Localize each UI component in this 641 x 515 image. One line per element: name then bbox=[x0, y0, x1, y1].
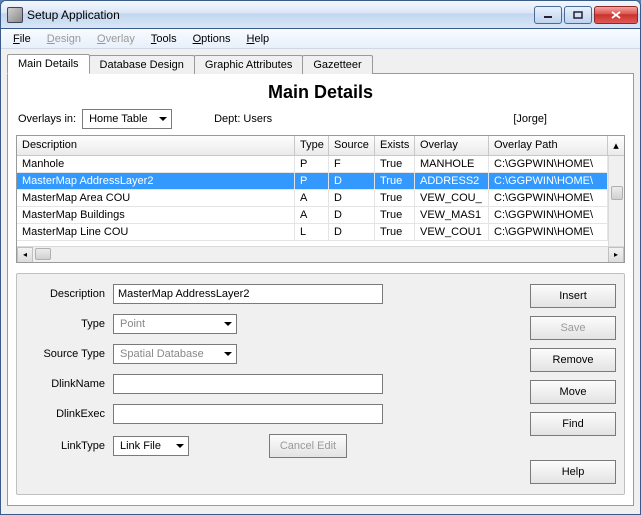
titlebar: Setup Application bbox=[1, 1, 640, 29]
overlays-in-label: Overlays in: bbox=[18, 113, 76, 125]
menu-help[interactable]: Help bbox=[239, 31, 278, 47]
col-overlay-path[interactable]: Overlay Path bbox=[489, 136, 608, 155]
close-button[interactable] bbox=[594, 6, 638, 24]
table-row[interactable]: MasterMap Buildings A D True VEW_MAS1 C:… bbox=[17, 207, 624, 224]
app-icon bbox=[7, 7, 23, 23]
minimize-button[interactable] bbox=[534, 6, 562, 24]
description-input[interactable] bbox=[113, 284, 383, 304]
linktype-combo[interactable]: Link File bbox=[113, 436, 189, 456]
overlays-table: Description Type Source Exists Overlay O… bbox=[16, 135, 625, 263]
tab-page: Main Details Overlays in: Home Table Dep… bbox=[7, 73, 634, 506]
scroll-right-icon[interactable]: ▸ bbox=[608, 247, 624, 263]
app-window: Setup Application File Design Overlay To… bbox=[0, 0, 641, 515]
window-title: Setup Application bbox=[27, 8, 534, 22]
maximize-button[interactable] bbox=[564, 6, 592, 24]
scroll-thumb[interactable] bbox=[611, 186, 623, 200]
source-type-label: Source Type bbox=[25, 348, 105, 360]
dlinkexec-input[interactable] bbox=[113, 404, 383, 424]
tabstrip: Main Details Database Design Graphic Att… bbox=[7, 53, 634, 73]
tab-database-design[interactable]: Database Design bbox=[89, 55, 195, 74]
scroll-up-icon[interactable]: ▴ bbox=[608, 136, 624, 155]
remove-button[interactable]: Remove bbox=[530, 348, 616, 372]
tab-graphic-attributes[interactable]: Graphic Attributes bbox=[194, 55, 303, 74]
menu-design[interactable]: Design bbox=[39, 31, 89, 47]
menu-overlay[interactable]: Overlay bbox=[89, 31, 143, 47]
col-exists[interactable]: Exists bbox=[375, 136, 415, 155]
col-overlay[interactable]: Overlay bbox=[415, 136, 489, 155]
menu-file[interactable]: File bbox=[5, 31, 39, 47]
user-bracket: [Jorge] bbox=[513, 113, 547, 125]
col-source[interactable]: Source bbox=[329, 136, 375, 155]
dlinkexec-label: DlinkExec bbox=[25, 408, 105, 420]
table-header: Description Type Source Exists Overlay O… bbox=[17, 136, 624, 156]
help-button[interactable]: Help bbox=[530, 460, 616, 484]
table-row[interactable]: MasterMap Area COU A D True VEW_COU_ C:\… bbox=[17, 190, 624, 207]
cancel-edit-button[interactable]: Cancel Edit bbox=[269, 434, 347, 458]
move-button[interactable]: Move bbox=[530, 380, 616, 404]
tab-gazetteer[interactable]: Gazetteer bbox=[302, 55, 372, 74]
source-type-combo[interactable]: Spatial Database bbox=[113, 344, 237, 364]
table-row[interactable]: MasterMap Line COU L D True VEW_COU1 C:\… bbox=[17, 224, 624, 241]
scroll-thumb[interactable] bbox=[35, 248, 51, 260]
top-row: Overlays in: Home Table Dept: Users [Jor… bbox=[16, 109, 625, 129]
dlinkname-label: DlinkName bbox=[25, 378, 105, 390]
col-description[interactable]: Description bbox=[17, 136, 295, 155]
menu-tools[interactable]: Tools bbox=[143, 31, 185, 47]
overlays-in-combo[interactable]: Home Table bbox=[82, 109, 172, 129]
insert-button[interactable]: Insert bbox=[530, 284, 616, 308]
page-title: Main Details bbox=[16, 82, 625, 103]
scroll-left-icon[interactable]: ◂ bbox=[17, 247, 33, 263]
vertical-scrollbar[interactable] bbox=[608, 156, 624, 246]
menubar: File Design Overlay Tools Options Help bbox=[1, 29, 640, 49]
form-area: Description Type Point Source Type Spati… bbox=[16, 273, 625, 495]
table-row[interactable]: Manhole P F True MANHOLE C:\GGPWIN\HOME\ bbox=[17, 156, 624, 173]
col-type[interactable]: Type bbox=[295, 136, 329, 155]
table-row[interactable]: MasterMap AddressLayer2 P D True ADDRESS… bbox=[17, 173, 624, 190]
menu-options[interactable]: Options bbox=[185, 31, 239, 47]
tab-main-details[interactable]: Main Details bbox=[7, 54, 90, 74]
save-button[interactable]: Save bbox=[530, 316, 616, 340]
table-body: Manhole P F True MANHOLE C:\GGPWIN\HOME\… bbox=[17, 156, 624, 246]
linktype-label: LinkType bbox=[25, 440, 105, 452]
horizontal-scrollbar[interactable]: ◂ ▸ bbox=[17, 246, 624, 262]
description-label: Description bbox=[25, 288, 105, 300]
scroll-track[interactable] bbox=[33, 247, 608, 263]
type-label: Type bbox=[25, 318, 105, 330]
type-combo[interactable]: Point bbox=[113, 314, 237, 334]
dept-label: Dept: Users bbox=[214, 113, 272, 125]
client-area: Main Details Database Design Graphic Att… bbox=[1, 49, 640, 514]
find-button[interactable]: Find bbox=[530, 412, 616, 436]
dlinkname-input[interactable] bbox=[113, 374, 383, 394]
